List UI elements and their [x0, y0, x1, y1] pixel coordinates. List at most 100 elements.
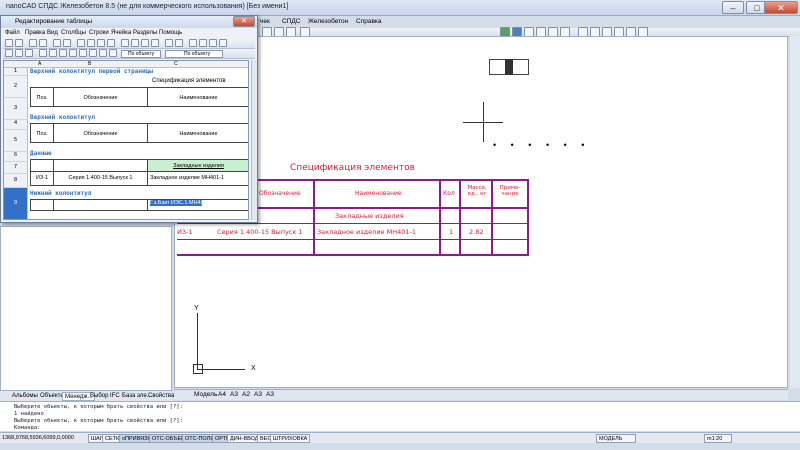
model-selector[interactable]: МОДЕЛЬ — [596, 434, 636, 443]
toolbar-icon[interactable] — [15, 49, 23, 57]
dlg-menu-help[interactable]: Помощь — [159, 30, 182, 36]
toolbar-icon[interactable] — [199, 39, 207, 47]
row-header-8[interactable]: 8 — [4, 174, 28, 188]
cell-pos-header[interactable]: Поз. — [30, 87, 54, 107]
toolbar-icon[interactable] — [29, 39, 37, 47]
toolbar-icon[interactable] — [189, 39, 197, 47]
tab-properties[interactable]: Свойства — [146, 392, 176, 401]
cell-name-header-2[interactable]: Наименование — [148, 123, 248, 143]
dialog-toolbar-1 — [3, 39, 255, 49]
cell-row-pos[interactable]: ИЗ-1 — [30, 172, 54, 186]
col-a[interactable]: A — [38, 61, 41, 67]
toolbar-icon[interactable] — [5, 49, 13, 57]
cell-footer-text[interactable]: Г.з.Бзат ИЭС.1.МН4( — [150, 200, 203, 206]
cell-group-a[interactable] — [30, 159, 54, 172]
dlg-menu-edit[interactable]: Правка — [25, 30, 45, 36]
toolbar-icon[interactable] — [53, 39, 61, 47]
style-select-1[interactable]: По объекту — [121, 50, 161, 58]
dlg-menu-view[interactable]: Вид — [47, 30, 58, 36]
hatch-toggle[interactable]: ШТРИХОВКА — [270, 434, 311, 443]
cell-footer-b[interactable] — [54, 199, 148, 211]
tab-layout-a3-3[interactable]: A3 — [266, 391, 274, 398]
tab-layout-a4[interactable]: A4 — [218, 391, 226, 398]
tab-model[interactable]: Модель — [194, 391, 217, 398]
minimize-button[interactable]: – — [722, 1, 744, 14]
section-footer: Нижний колонтитул — [30, 190, 92, 197]
row-header-6[interactable]: 6 — [4, 152, 28, 162]
row-header-2[interactable]: 2 — [4, 76, 28, 98]
dialog-title-bar[interactable]: Редактирование таблицы ✕ — [1, 16, 257, 28]
menu-item-help[interactable]: Справка — [356, 18, 382, 25]
toolbar-icon[interactable] — [165, 39, 173, 47]
toolbar-icon[interactable] — [63, 39, 71, 47]
toolbar-icon[interactable] — [99, 49, 107, 57]
toolbar-icon[interactable] — [109, 49, 117, 57]
menu-item-spds[interactable]: СПДС — [282, 18, 300, 25]
dlg-menu-cell[interactable]: Ячейка — [111, 30, 131, 36]
toolbar-icon[interactable] — [59, 49, 67, 57]
row-header-1[interactable]: 1 — [4, 68, 28, 76]
dlg-menu-sections[interactable]: Разделы — [133, 30, 157, 36]
table-grid[interactable]: A B C 1 2 3 4 5 6 7 8 9 Верхний колонтит… — [3, 60, 249, 220]
row-header-5[interactable]: 5 — [4, 130, 28, 152]
toolbar-icon[interactable] — [121, 39, 129, 47]
command-line[interactable]: Выберите объекты, к которым брать свойст… — [0, 401, 800, 431]
cell-name-header[interactable]: Наименование — [148, 87, 248, 107]
cell-row-name[interactable]: Закладное изделие МН401-1 — [148, 172, 248, 186]
menu-item-concrete[interactable]: Железобетон — [308, 18, 348, 25]
spec-title-cell[interactable]: Спецификация элементов — [152, 78, 226, 84]
dialog-close-button[interactable]: ✕ — [233, 16, 255, 27]
toolbar-icon[interactable] — [5, 39, 13, 47]
cell-designation-header[interactable]: Обозначение — [54, 87, 148, 107]
tab-layout-a2[interactable]: A2 — [242, 391, 250, 398]
coords-readout: 1368,9768,5936,6099,0,0000 — [2, 435, 74, 441]
col-c[interactable]: C — [174, 61, 178, 67]
row-header-7[interactable]: 7 — [4, 162, 28, 174]
toolbar-icon[interactable] — [131, 39, 139, 47]
toolbar-icon[interactable] — [77, 39, 85, 47]
cell-group-b[interactable] — [54, 159, 148, 172]
drawing-canvas[interactable]: • • • • • • Спецификация элементов Обозн… — [174, 36, 788, 388]
menu-item-check[interactable]: чек — [260, 18, 270, 25]
tab-layout-a3[interactable]: A3 — [230, 391, 238, 398]
scale-selector[interactable]: m1:20 — [704, 434, 732, 443]
dialog-toolbar-2: По объекту По объекту — [3, 49, 255, 59]
tab-albums[interactable]: Альбомы — [10, 392, 40, 401]
cmd-prompt[interactable]: Команда: — [14, 425, 41, 431]
toolbar-icon[interactable] — [97, 39, 105, 47]
cell-footer-c[interactable]: Г.з.Бзат ИЭС.1.МН4( — [148, 199, 248, 211]
toolbar-icon[interactable] — [39, 39, 47, 47]
toolbar-icon[interactable] — [175, 39, 183, 47]
style-select-2[interactable]: По объекту — [165, 50, 223, 58]
toolbar-icon[interactable] — [151, 39, 159, 47]
cell-group-label[interactable]: Закладные изделия — [148, 159, 248, 172]
toolbar-icon[interactable] — [89, 49, 97, 57]
toolbar-icon[interactable] — [107, 39, 115, 47]
toolbar-icon[interactable] — [69, 49, 77, 57]
toolbar-icon[interactable] — [49, 49, 57, 57]
toolbar-icon[interactable] — [219, 39, 227, 47]
toolbar-icon[interactable] — [141, 39, 149, 47]
cell-pos-header-2[interactable]: Поз. — [30, 123, 54, 143]
toolbar-icon[interactable] — [209, 39, 217, 47]
row-header-4[interactable]: 4 — [4, 120, 28, 130]
close-button[interactable]: ✕ — [764, 1, 798, 14]
toolbar-icon[interactable] — [25, 49, 33, 57]
sidebar-panel[interactable] — [0, 226, 172, 394]
toolbar-icon[interactable] — [87, 39, 95, 47]
app-title-bar: nanoCAD СПДС Железобетон 8.5 (не для ком… — [0, 0, 800, 16]
col-b[interactable]: B — [88, 61, 91, 67]
dialog-scrollbar[interactable] — [251, 60, 257, 220]
cell-footer-a[interactable] — [30, 199, 54, 211]
toolbar-icon[interactable] — [39, 49, 47, 57]
dlg-menu-columns[interactable]: Столбцы — [61, 30, 86, 36]
tab-layout-a3-2[interactable]: A3 — [254, 391, 262, 398]
row-header-3[interactable]: 3 — [4, 98, 28, 120]
toolbar-icon[interactable] — [79, 49, 87, 57]
cell-row-designation[interactable]: Серия 1.400-15 Выпуск 1 — [54, 172, 148, 186]
toolbar-icon[interactable] — [15, 39, 23, 47]
dlg-menu-file[interactable]: Файл — [5, 30, 20, 36]
dlg-menu-rows[interactable]: Строки — [89, 30, 109, 36]
row-header-9[interactable]: 9 — [4, 188, 28, 219]
cell-designation-header-2[interactable]: Обозначение — [54, 123, 148, 143]
